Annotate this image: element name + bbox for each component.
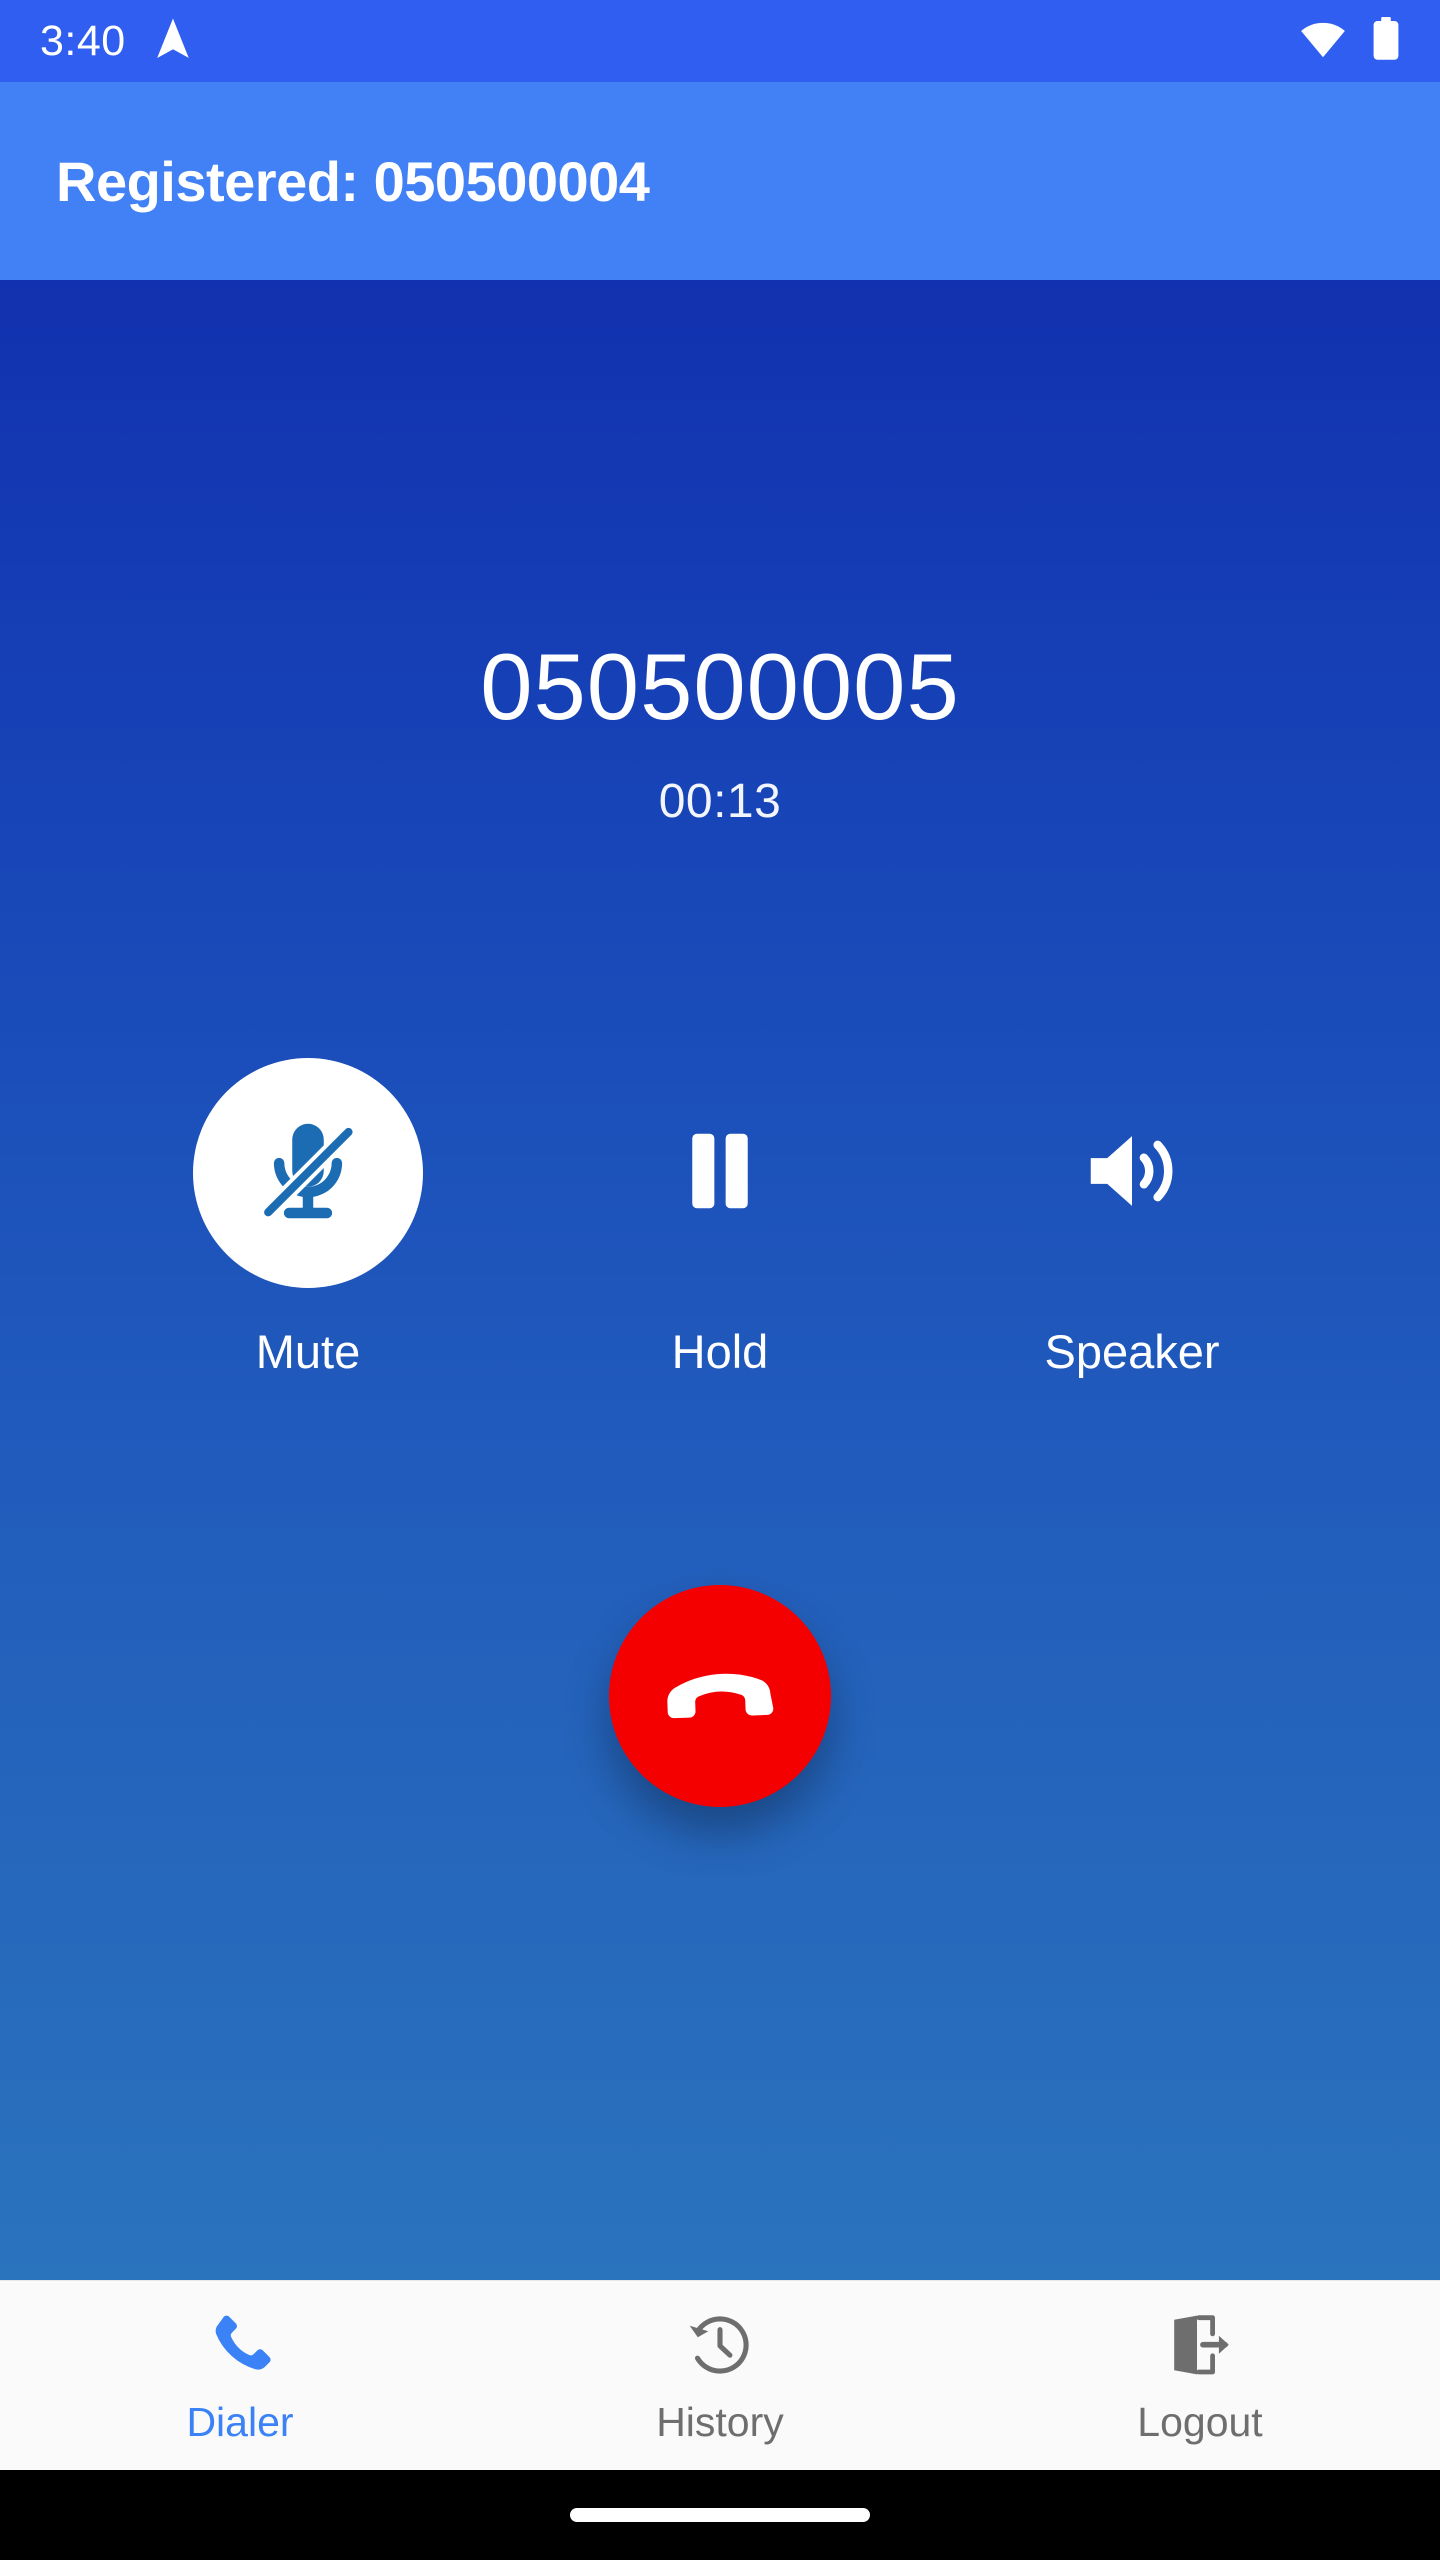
speaker-button-label: Speaker: [1044, 1325, 1220, 1378]
bottom-navigation: Dialer History Logout: [0, 2280, 1440, 2470]
status-bar-left: 3:40: [40, 17, 192, 66]
callee-number: 050500005: [480, 634, 960, 739]
in-call-controls: Mute Hold Speaker: [0, 1058, 1440, 1375]
nav-item-logout[interactable]: Logout: [960, 2309, 1440, 2443]
mute-button-background: [193, 1058, 423, 1288]
hold-button[interactable]: Hold: [514, 1058, 926, 1375]
speaker-icon: [1077, 1116, 1187, 1231]
nav-item-dialer-label: Dialer: [186, 2398, 294, 2445]
end-call-container: [0, 1585, 1440, 1807]
nav-item-logout-label: Logout: [1137, 2398, 1263, 2445]
wifi-icon: [1300, 19, 1346, 64]
end-call-button[interactable]: [609, 1585, 831, 1807]
history-clock-icon: [684, 2309, 756, 2386]
active-call-area: 050500005 00:13 Mute Hold Speaker: [0, 280, 1440, 2280]
gesture-pill[interactable]: [570, 2508, 870, 2522]
navigation-arrow-icon: [154, 17, 192, 66]
app-bar: Registered: 050500004: [0, 82, 1440, 280]
battery-icon: [1372, 16, 1400, 66]
logout-door-icon: [1164, 2309, 1236, 2386]
nav-item-dialer[interactable]: Dialer: [0, 2309, 480, 2443]
registration-status-title: Registered: 050500004: [56, 149, 650, 213]
speaker-button-background: [1017, 1058, 1247, 1288]
status-bar: 3:40: [0, 0, 1440, 82]
call-duration-timer: 00:13: [658, 775, 782, 828]
phone-icon: [204, 2309, 276, 2386]
nav-item-history[interactable]: History: [480, 2309, 960, 2443]
hold-button-background: [605, 1058, 835, 1288]
call-screen: 3:40 Registered: 050500004 050500005 00:…: [0, 0, 1440, 2560]
mute-button[interactable]: Mute: [102, 1058, 514, 1375]
system-gesture-bar: [0, 2470, 1440, 2560]
pause-icon: [668, 1119, 772, 1228]
status-bar-right: [1300, 16, 1400, 66]
nav-item-history-label: History: [656, 2398, 784, 2445]
hold-button-label: Hold: [671, 1325, 769, 1378]
mute-button-label: Mute: [255, 1325, 361, 1378]
mic-off-icon: [245, 1108, 371, 1239]
call-end-icon: [661, 1636, 779, 1757]
status-bar-clock: 3:40: [40, 16, 126, 65]
speaker-button[interactable]: Speaker: [926, 1058, 1338, 1375]
